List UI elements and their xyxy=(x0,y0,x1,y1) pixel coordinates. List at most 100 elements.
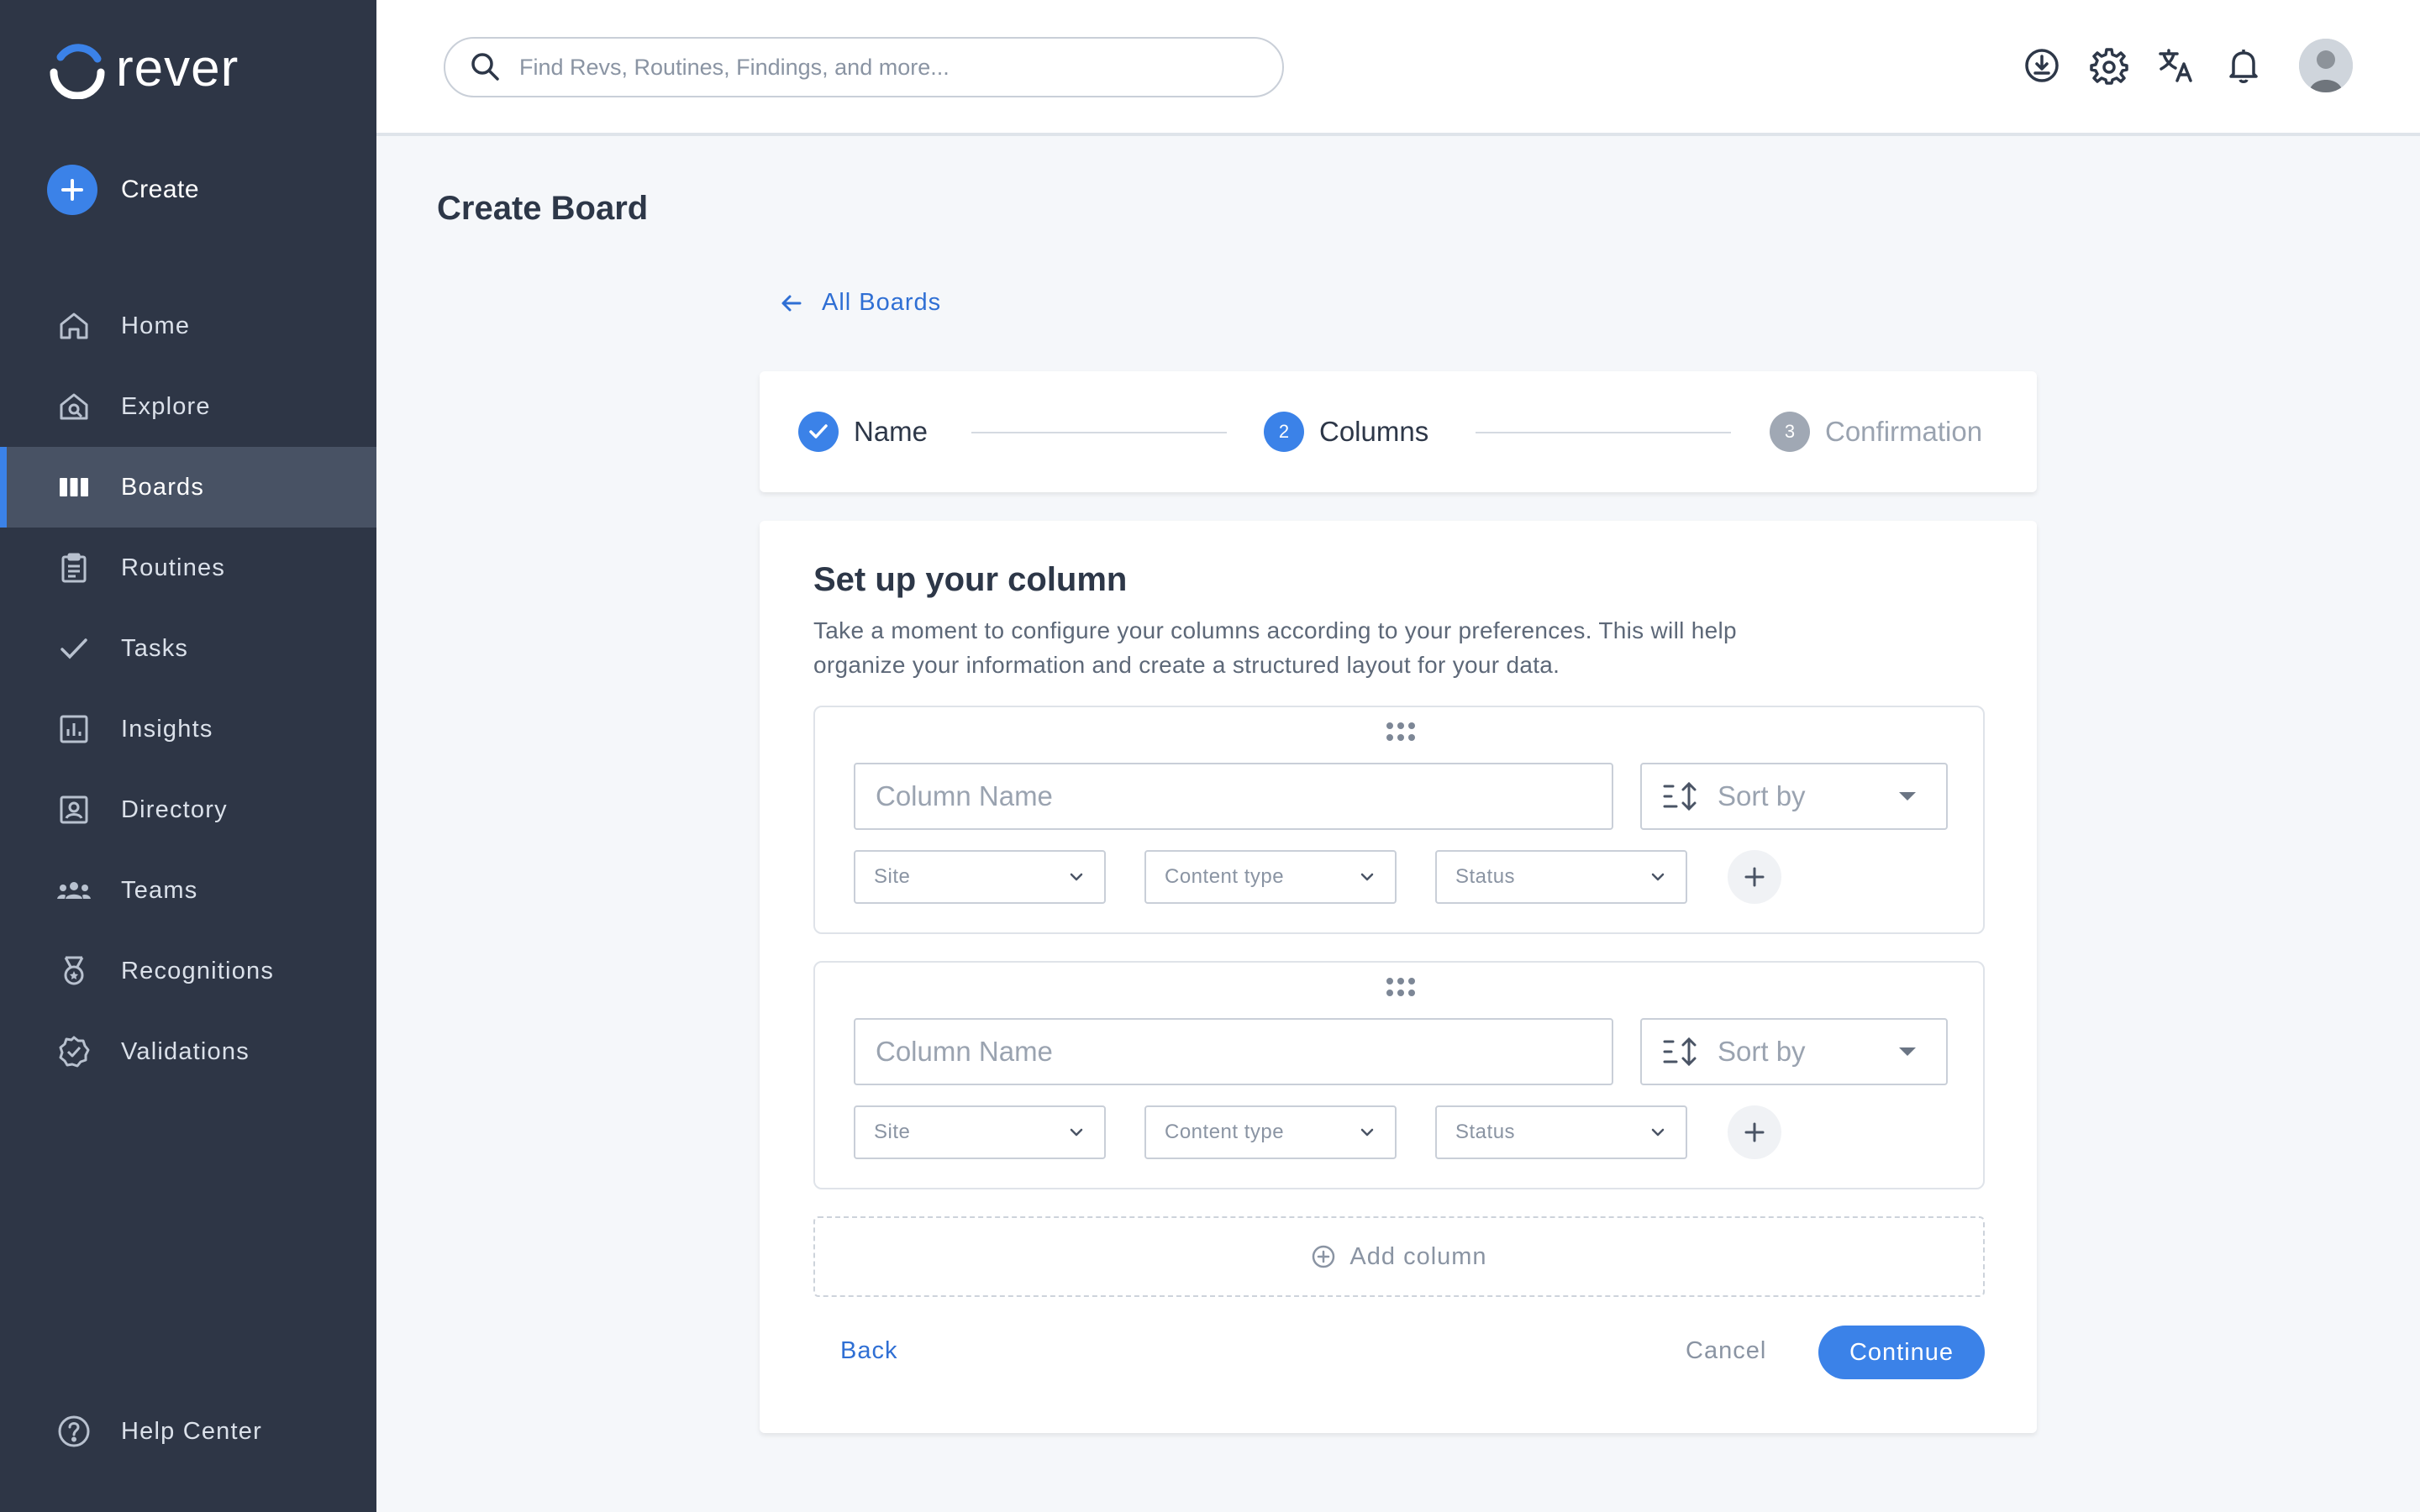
chevron-down-icon xyxy=(1360,873,1374,881)
sidebar-item-tasks[interactable]: Tasks xyxy=(0,608,376,689)
create-label: Create xyxy=(121,176,200,203)
site-select[interactable]: Site xyxy=(854,1105,1106,1159)
status-select[interactable]: Status xyxy=(1435,850,1687,904)
sort-icon xyxy=(1663,781,1697,811)
sidebar-item-label: Boards xyxy=(121,473,205,501)
card-title: Set up your column xyxy=(813,561,1128,598)
help-center-label: Help Center xyxy=(121,1417,262,1445)
sidebar-item-label: Validations xyxy=(121,1037,250,1065)
select-label: Status xyxy=(1455,1121,1516,1143)
continue-button[interactable]: Continue xyxy=(1818,1326,1985,1379)
add-filter-button[interactable] xyxy=(1728,1105,1781,1159)
column-name-input[interactable] xyxy=(854,1018,1613,1085)
caret-down-icon xyxy=(1899,1047,1916,1056)
sidebar-item-label: Recognitions xyxy=(121,957,275,984)
step-label: Name xyxy=(854,416,929,447)
top-header xyxy=(376,0,2420,136)
back-button[interactable]: Back xyxy=(840,1337,897,1365)
column-config: Sort by Site Content type Status xyxy=(813,706,1985,934)
status-select[interactable]: Status xyxy=(1435,1105,1687,1159)
gear-icon[interactable] xyxy=(2084,40,2134,91)
sidebar-item-boards[interactable]: Boards xyxy=(0,447,376,528)
drag-handle-icon[interactable] xyxy=(1386,722,1415,741)
rever-logo[interactable]: rever xyxy=(47,39,239,99)
sidebar-item-label: Home xyxy=(121,312,191,339)
stepper: Name 2 Columns 3 Confirmation xyxy=(760,371,2037,492)
check-circle-icon xyxy=(798,412,839,452)
step-label: Confirmation xyxy=(1825,416,1983,447)
sidebar-help: Help Center xyxy=(0,1391,376,1472)
logo-text: rever xyxy=(116,39,239,97)
column-name-input[interactable] xyxy=(854,763,1613,830)
sidebar-item-recognitions[interactable]: Recognitions xyxy=(0,931,376,1011)
sidebar-item-help-center[interactable]: Help Center xyxy=(0,1391,376,1472)
all-boards-link[interactable]: All Boards xyxy=(780,289,941,317)
step-number: 2 xyxy=(1264,412,1304,452)
step-columns: 2 Columns xyxy=(1264,412,1428,452)
sidebar-item-label: Teams xyxy=(121,876,198,904)
chevron-down-icon xyxy=(1651,1128,1665,1137)
translate-icon[interactable] xyxy=(2151,40,2202,91)
card-description: Take a moment to configure your columns … xyxy=(813,617,1737,678)
sidebar-nav: Home Explore Boards Routines Tasks Insig… xyxy=(0,286,376,1092)
chevron-down-icon xyxy=(1070,1128,1083,1137)
chevron-down-icon xyxy=(1070,873,1083,881)
column-setup-card: Set up your column Take a moment to conf… xyxy=(760,521,2037,1433)
people-icon xyxy=(55,872,92,909)
create-button[interactable]: Create xyxy=(47,165,199,215)
sort-by-dropdown[interactable]: Sort by xyxy=(1640,763,1948,830)
page-title: Create Board xyxy=(437,190,649,227)
sort-by-label: Sort by xyxy=(1718,1036,1806,1067)
search-input[interactable] xyxy=(519,54,1242,81)
sort-by-dropdown[interactable]: Sort by xyxy=(1640,1018,1948,1085)
plus-circle-icon xyxy=(1313,1245,1335,1268)
chart-icon xyxy=(55,711,92,748)
plus-icon xyxy=(47,165,97,215)
boards-icon xyxy=(55,469,92,506)
select-label: Content type xyxy=(1165,865,1285,888)
column-config: Sort by Site Content type Status xyxy=(813,961,1985,1189)
sidebar-item-teams[interactable]: Teams xyxy=(0,850,376,931)
avatar[interactable] xyxy=(2299,39,2353,92)
arrow-left-icon xyxy=(781,295,802,311)
content-type-select[interactable]: Content type xyxy=(1144,1105,1397,1159)
sidebar-item-explore[interactable]: Explore xyxy=(0,366,376,447)
step-confirmation: 3 Confirmation xyxy=(1770,412,1982,452)
search-bar[interactable] xyxy=(444,37,1284,97)
select-label: Site xyxy=(874,865,911,888)
rever-logo-icon xyxy=(50,44,105,99)
badge-check-icon xyxy=(55,1033,92,1070)
drag-handle-icon[interactable] xyxy=(1386,978,1415,996)
clipboard-icon xyxy=(55,549,92,586)
sidebar-item-label: Directory xyxy=(121,795,228,823)
step-connector xyxy=(1476,432,1731,433)
content-type-select[interactable]: Content type xyxy=(1144,850,1397,904)
sort-by-label: Sort by xyxy=(1718,780,1806,811)
sidebar-item-home[interactable]: Home xyxy=(0,286,376,366)
add-column-button[interactable]: Add column xyxy=(813,1216,1985,1297)
step-name: Name xyxy=(798,412,928,452)
sort-icon xyxy=(1663,1037,1697,1067)
chevron-down-icon xyxy=(1360,1128,1374,1137)
download-icon[interactable] xyxy=(2017,40,2067,91)
step-number: 3 xyxy=(1770,412,1810,452)
all-boards-label: All Boards xyxy=(822,289,942,316)
site-select[interactable]: Site xyxy=(854,850,1106,904)
sidebar-item-validations[interactable]: Validations xyxy=(0,1011,376,1092)
sidebar-item-label: Insights xyxy=(121,715,213,743)
header-actions xyxy=(2000,39,2353,92)
select-label: Content type xyxy=(1165,1121,1285,1143)
bell-icon[interactable] xyxy=(2218,40,2269,91)
sidebar-item-insights[interactable]: Insights xyxy=(0,689,376,769)
select-label: Site xyxy=(874,1121,911,1143)
caret-down-icon xyxy=(1899,792,1916,801)
sidebar-item-routines[interactable]: Routines xyxy=(0,528,376,608)
sidebar-item-directory[interactable]: Directory xyxy=(0,769,376,850)
add-filter-button[interactable] xyxy=(1728,850,1781,904)
cancel-button[interactable]: Cancel xyxy=(1686,1337,1766,1365)
plus-icon xyxy=(1744,1122,1765,1142)
plus-icon xyxy=(1744,867,1765,887)
step-label: Columns xyxy=(1319,416,1429,447)
sidebar-item-label: Explore xyxy=(121,392,211,420)
help-icon xyxy=(55,1413,92,1450)
